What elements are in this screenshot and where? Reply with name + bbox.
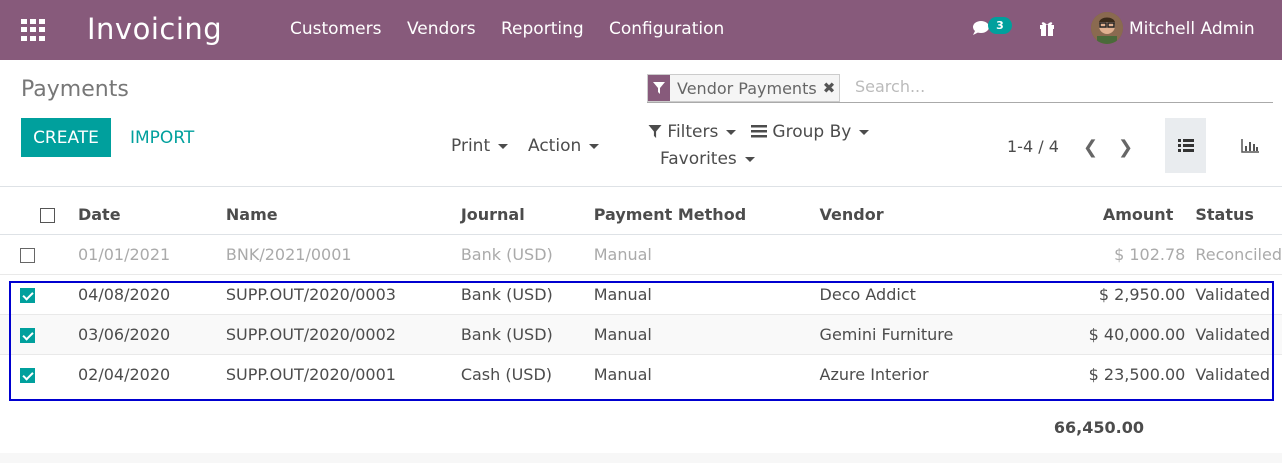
cell-journal: Bank (USD) [460,274,594,315]
cell-status: Validated [1195,274,1282,315]
filter-icon [648,75,670,101]
select-all-checkbox[interactable] [40,208,55,223]
search-bar[interactable]: Vendor Payments ✖ [647,74,1273,103]
group-by-dropdown[interactable]: Group By [751,122,870,142]
graph-view-button[interactable] [1236,118,1264,173]
payments-table: Date Name Journal Payment Method Vendor … [0,195,1282,394]
search-input[interactable] [853,76,1267,97]
column-header-amount[interactable]: Amount [999,195,1196,235]
list-view-icon [1177,139,1194,152]
row-select-cell[interactable] [0,354,78,394]
cell-journal: Bank (USD) [460,314,594,355]
cell-name: BNK/2021/0001 [225,234,461,275]
table-row[interactable]: 03/06/2020 SUPP.OUT/2020/0002 Bank (USD)… [0,314,1282,355]
table-row[interactable]: 01/01/2021 BNK/2021/0001 Bank (USD) Manu… [0,234,1282,275]
menu-reporting[interactable]: Reporting [501,19,584,39]
row-select-cell[interactable] [0,314,78,355]
chevron-right-icon[interactable]: ❯ [1118,137,1133,158]
list-icon [751,125,767,138]
cell-method: Manual [593,314,820,355]
cell-name: SUPP.OUT/2020/0001 [225,354,461,394]
cell-amount: $ 23,500.00 [999,354,1196,394]
favorites-dropdown[interactable]: Favorites [660,149,755,169]
action-label: Action [528,136,582,156]
menu-customers[interactable]: Customers [290,19,381,39]
cell-name: SUPP.OUT/2020/0002 [225,314,461,355]
cell-amount: $ 2,950.00 [999,274,1196,315]
column-header-date[interactable]: Date [77,195,226,235]
chevron-left-icon[interactable]: ❮ [1083,137,1098,158]
column-header-vendor[interactable]: Vendor [819,195,1000,235]
row-checkbox-checked[interactable] [20,288,35,303]
column-header-journal[interactable]: Journal [460,195,594,235]
filters-label: Filters [667,122,719,142]
facet-label: Vendor Payments [677,78,817,98]
row-select-cell[interactable] [0,234,78,275]
cell-method: Manual [593,354,820,394]
chevron-down-icon [589,143,600,149]
print-dropdown[interactable]: Print [451,136,509,156]
list-view-button[interactable] [1165,118,1206,173]
chevron-down-icon [726,129,737,135]
cell-amount: $ 102.78 [999,234,1196,275]
facet-remove-icon[interactable]: ✖ [823,79,840,97]
cell-date: 01/01/2021 [77,234,226,275]
row-checkbox[interactable] [20,248,35,263]
cell-vendor [819,234,1000,275]
column-header-name[interactable]: Name [225,195,461,235]
chevron-down-icon [744,156,755,162]
menu-configuration[interactable]: Configuration [609,19,724,39]
menu-vendors[interactable]: Vendors [407,19,476,39]
column-header-status[interactable]: Status [1195,195,1282,235]
filter-icon [648,125,662,138]
cell-vendor: Azure Interior [819,354,1000,394]
top-navbar: Invoicing Customers Vendors Reporting Co… [0,0,1282,60]
cell-date: 02/04/2020 [77,354,226,394]
print-label: Print [451,136,491,156]
table-row[interactable]: 04/08/2020 SUPP.OUT/2020/0003 Bank (USD)… [0,274,1282,315]
cell-method: Manual [593,234,820,275]
user-avatar[interactable] [1091,12,1123,44]
chat-count-badge: 3 [988,17,1012,34]
cell-status: Reconciled [1195,234,1282,275]
app-title[interactable]: Invoicing [87,12,222,46]
cell-vendor: Deco Addict [819,274,1000,315]
cell-journal: Bank (USD) [460,234,594,275]
pager-value[interactable]: 1-4 / 4 [1007,137,1059,156]
cell-status: Validated [1195,354,1282,394]
breadcrumb: Payments [21,77,129,102]
gift-icon[interactable] [1038,19,1056,37]
row-checkbox-checked[interactable] [20,328,35,343]
chevron-down-icon [859,129,870,135]
cell-vendor: Gemini Furniture [819,314,1000,355]
create-button[interactable]: CREATE [21,118,111,157]
apps-menu-icon[interactable] [21,19,45,41]
column-header-payment-method[interactable]: Payment Method [593,195,820,235]
row-checkbox-checked[interactable] [20,368,35,383]
table-header-row: Date Name Journal Payment Method Vendor … [0,195,1282,235]
list-footer [0,453,1282,463]
cell-date: 04/08/2020 [77,274,226,315]
amount-total: 66,450.00 [1053,418,1144,437]
cell-method: Manual [593,274,820,315]
control-panel: Payments CREATE IMPORT Print Action Vend… [0,60,1282,187]
favorites-label: Favorites [660,149,737,169]
bar-chart-icon [1241,138,1259,153]
filters-dropdown[interactable]: Filters [648,122,737,142]
action-dropdown[interactable]: Action [528,136,600,156]
select-all-cell[interactable] [0,195,78,235]
cell-name: SUPP.OUT/2020/0003 [225,274,461,315]
table-row[interactable]: 02/04/2020 SUPP.OUT/2020/0001 Cash (USD)… [0,354,1282,394]
row-select-cell[interactable] [0,274,78,315]
cell-journal: Cash (USD) [460,354,594,394]
cell-date: 03/06/2020 [77,314,226,355]
group-by-label: Group By [772,122,852,142]
chevron-down-icon [498,143,509,149]
cell-amount: $ 40,000.00 [999,314,1196,355]
user-name[interactable]: Mitchell Admin [1129,19,1255,39]
search-facet: Vendor Payments ✖ [647,74,841,102]
import-button[interactable]: IMPORT [130,128,194,148]
cell-status: Validated [1195,314,1282,355]
